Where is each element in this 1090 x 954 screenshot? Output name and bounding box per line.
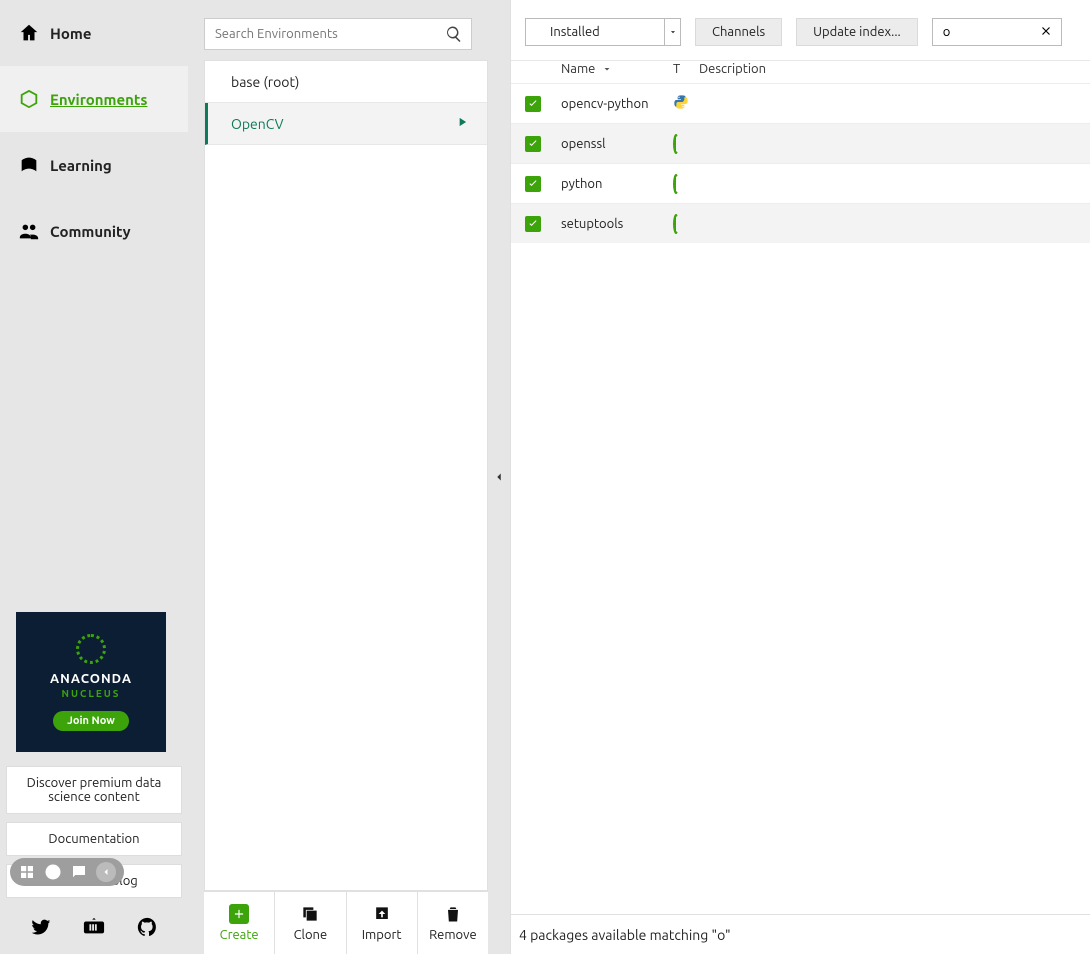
sidebar-link-premium[interactable]: Discover premium data science content bbox=[6, 766, 182, 814]
home-icon bbox=[18, 22, 40, 44]
filter-value: Installed bbox=[526, 25, 664, 39]
floating-toolbar[interactable] bbox=[10, 858, 124, 886]
clone-button[interactable]: Clone bbox=[275, 892, 346, 954]
nav-item-learning[interactable]: Learning bbox=[0, 132, 188, 198]
package-row[interactable]: setuptools bbox=[511, 203, 1090, 243]
collapse-icon[interactable] bbox=[96, 862, 116, 882]
package-row[interactable]: python bbox=[511, 163, 1090, 203]
promo-card[interactable]: ANACONDA NUCLEUS Join Now bbox=[16, 612, 166, 752]
package-name: openssl bbox=[561, 137, 673, 151]
chevron-down-icon[interactable] bbox=[664, 19, 680, 45]
nav: Home Environments Learning Community bbox=[0, 0, 188, 264]
remove-label: Remove bbox=[429, 928, 477, 942]
col-name-label: Name bbox=[561, 62, 595, 76]
env-name: OpenCV bbox=[231, 116, 284, 132]
package-name: opencv-python bbox=[561, 97, 673, 111]
clone-label: Clone bbox=[294, 928, 328, 942]
nav-label: Community bbox=[50, 223, 131, 240]
promo-sub: NUCLEUS bbox=[62, 688, 121, 699]
nav-item-community[interactable]: Community bbox=[0, 198, 188, 264]
trash-icon bbox=[443, 904, 463, 924]
env-name: base (root) bbox=[231, 74, 299, 90]
search-icon bbox=[445, 25, 463, 43]
channels-button[interactable]: Channels bbox=[695, 18, 782, 46]
anaconda-ring-icon bbox=[76, 634, 106, 664]
smile-icon bbox=[44, 863, 62, 881]
environments-panel: base (root) OpenCV Create Clone Import R… bbox=[188, 0, 488, 954]
python-icon bbox=[673, 99, 689, 113]
env-actions: Create Clone Import Remove bbox=[204, 891, 488, 954]
sidebar-link-docs[interactable]: Documentation bbox=[6, 822, 182, 856]
loading-icon bbox=[673, 174, 679, 194]
clear-icon[interactable] bbox=[1039, 24, 1055, 40]
youtube-icon[interactable] bbox=[83, 916, 105, 941]
create-label: Create bbox=[220, 928, 259, 942]
filter-dropdown[interactable]: Installed bbox=[525, 18, 681, 46]
env-list: base (root) OpenCV bbox=[204, 60, 488, 891]
promo-brand: ANACONDA bbox=[50, 672, 132, 686]
book-icon bbox=[18, 154, 40, 176]
checkbox-icon[interactable] bbox=[525, 176, 541, 192]
github-icon[interactable] bbox=[136, 916, 158, 941]
package-row[interactable]: opencv-python bbox=[511, 83, 1090, 123]
env-search[interactable] bbox=[204, 18, 472, 50]
apps-icon bbox=[18, 863, 36, 881]
play-icon[interactable] bbox=[455, 115, 469, 132]
clone-icon bbox=[300, 904, 320, 924]
twitter-icon[interactable] bbox=[30, 916, 52, 941]
collapse-handle[interactable] bbox=[488, 0, 510, 954]
nav-label: Home bbox=[50, 25, 91, 42]
loading-icon bbox=[673, 134, 679, 154]
create-button[interactable]: Create bbox=[204, 892, 275, 954]
col-description[interactable]: Description bbox=[699, 62, 1076, 76]
import-label: Import bbox=[362, 928, 402, 942]
package-search[interactable] bbox=[932, 18, 1062, 46]
nav-label: Environments bbox=[50, 91, 147, 108]
checkbox-icon[interactable] bbox=[525, 136, 541, 152]
nav-item-home[interactable]: Home bbox=[0, 0, 188, 66]
social-row bbox=[0, 902, 188, 954]
loading-icon bbox=[673, 214, 679, 234]
packages-toolbar: Installed Channels Update index... bbox=[511, 0, 1090, 61]
sidebar: Home Environments Learning Community ANA… bbox=[0, 0, 188, 954]
cube-icon bbox=[18, 88, 40, 110]
status-bar: 4 packages available matching "o" bbox=[511, 914, 1090, 954]
update-index-button[interactable]: Update index... bbox=[796, 18, 918, 46]
chat-icon bbox=[70, 863, 88, 881]
package-header: Name T Description bbox=[511, 61, 1090, 83]
packages-panel: Installed Channels Update index... Name … bbox=[510, 0, 1090, 954]
package-row[interactable]: openssl bbox=[511, 123, 1090, 163]
package-rows: opencv-python openssl python setuptools bbox=[511, 83, 1090, 914]
chevron-down-icon bbox=[601, 63, 613, 75]
people-icon bbox=[18, 220, 40, 242]
env-search-input[interactable] bbox=[205, 19, 471, 49]
import-icon bbox=[372, 904, 392, 924]
env-item-base[interactable]: base (root) bbox=[205, 61, 487, 103]
package-name: setuptools bbox=[561, 217, 673, 231]
col-type[interactable]: T bbox=[673, 62, 699, 76]
package-name: python bbox=[561, 177, 673, 191]
import-button[interactable]: Import bbox=[347, 892, 418, 954]
remove-button[interactable]: Remove bbox=[418, 892, 488, 954]
checkbox-icon[interactable] bbox=[525, 216, 541, 232]
env-item-opencv[interactable]: OpenCV bbox=[205, 103, 487, 145]
nav-item-environments[interactable]: Environments bbox=[0, 66, 188, 132]
checkbox-icon[interactable] bbox=[525, 96, 541, 112]
col-name[interactable]: Name bbox=[561, 62, 673, 76]
nav-label: Learning bbox=[50, 157, 112, 174]
promo-join-button[interactable]: Join Now bbox=[53, 711, 129, 731]
plus-icon bbox=[229, 904, 249, 924]
